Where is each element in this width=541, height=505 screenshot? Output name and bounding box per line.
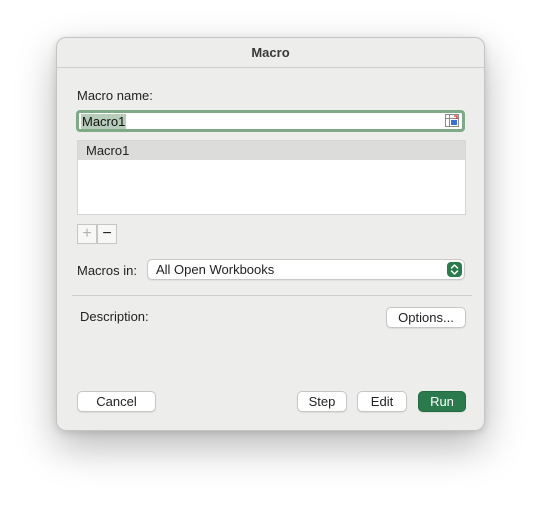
macro-dialog: Macro Macro name: Macro1 Macro1 + − Macr… [56,37,485,431]
updown-chevron-icon [447,262,462,277]
macro-name-value[interactable]: Macro1 [81,114,127,129]
dialog-title: Macro [57,38,484,68]
cell-reference-icon[interactable] [445,114,459,127]
macros-in-value: All Open Workbooks [156,262,275,277]
divider [72,295,472,296]
description-label: Description: [80,309,149,324]
macro-name-label: Macro name: [77,88,153,103]
cancel-button[interactable]: Cancel [77,391,156,412]
options-button[interactable]: Options... [386,307,466,328]
macro-list[interactable]: Macro1 [77,140,466,215]
run-button[interactable]: Run [418,391,466,412]
macro-name-input[interactable]: Macro1 [76,110,465,132]
macros-in-label: Macros in: [77,263,137,278]
edit-button[interactable]: Edit [357,391,407,412]
macros-in-select[interactable]: All Open Workbooks [147,259,465,280]
list-item[interactable]: Macro1 [78,141,465,160]
remove-macro-button[interactable]: − [97,224,117,244]
step-button[interactable]: Step [297,391,347,412]
add-macro-button[interactable]: + [77,224,97,244]
